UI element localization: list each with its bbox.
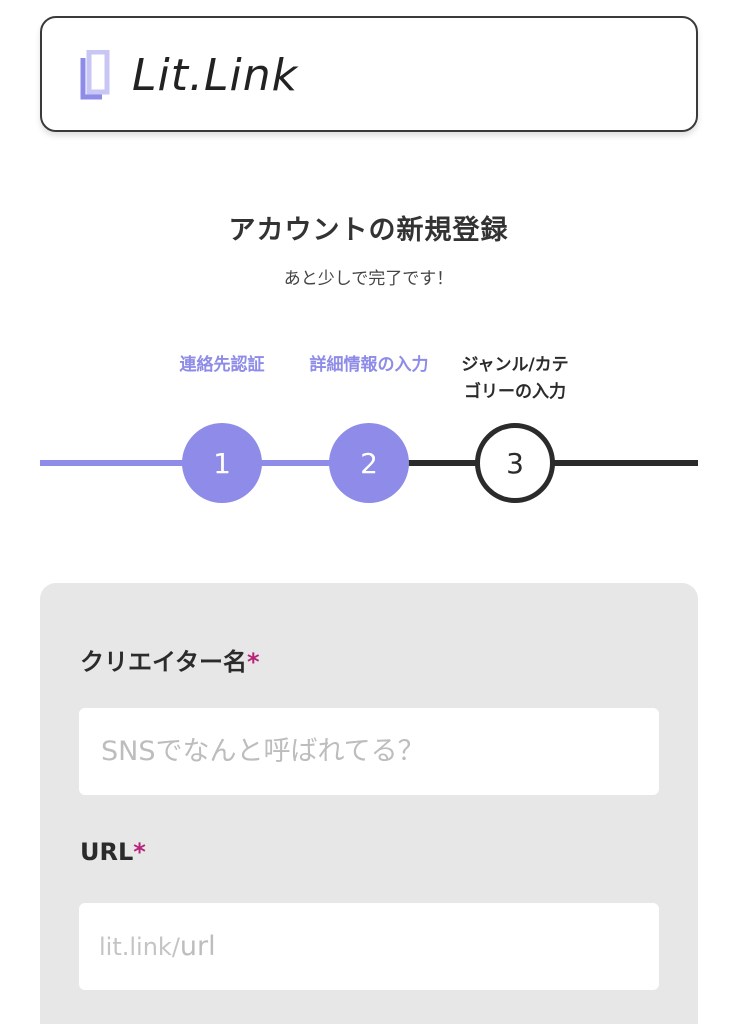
step-1-circle: 1 [182,423,262,503]
step-2-circle: 2 [329,423,409,503]
required-mark: * [247,648,260,676]
url-label-text: URL [80,838,134,866]
progress-line-done-1 [40,460,190,466]
step-3-label-line1: ジャンル/カテ [461,355,569,375]
step-2-label: 詳細情報の入力 [309,355,429,375]
page-subtitle: あと少しで完了です！ [283,269,454,289]
progress-line-done-2 [255,460,340,466]
creator-name-label-text: クリエイター名 [80,648,248,676]
url-input[interactable] [179,931,600,962]
step-3-label: ジャンル/カテ ゴリーの入力 [444,352,586,406]
required-mark: * [133,838,146,866]
step-3-circle: 3 [475,423,555,503]
creator-name-input[interactable] [79,708,659,795]
step-3-label-line2: ゴリーの入力 [464,382,566,402]
progress-line-todo-2 [545,460,698,466]
step-1-label: 連絡先認証 [179,355,265,375]
page-title: アカウントの新規登録 [228,215,509,246]
url-label: URL* [80,838,146,866]
app-header: Lit.Link [40,16,698,132]
signup-page: Lit.Link アカウントの新規登録 あと少しで完了です！ 連絡先認証 詳細情… [0,0,737,1024]
logo-text[interactable]: Lit.Link [132,48,298,104]
creator-name-label: クリエイター名* [80,642,260,677]
url-prefix: lit.link/ [99,932,180,961]
url-field[interactable]: lit.link/ [79,903,659,990]
litlink-logo-icon [80,50,110,100]
